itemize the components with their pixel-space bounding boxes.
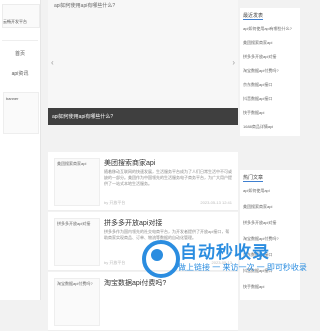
slider-caption-bar[interactable]: api如何使用api有哪些什么? xyxy=(48,108,243,125)
article-card[interactable]: 美团搜索商家api 美团搜索商家api 随着移动互联网的快速发展，生活服务平台成… xyxy=(48,152,238,211)
thumbnail-alt: 拼多多开放api对接 xyxy=(57,221,91,226)
thumbnail-alt: 淘宝数据api付费吗? xyxy=(57,281,93,286)
latest-posts-title: 最近发表 xyxy=(243,13,264,19)
latest-post-link[interactable]: 美团搜索商家api xyxy=(243,40,299,46)
sidebar-banner-image[interactable]: banner xyxy=(3,92,39,134)
article-author: by 开放平台 xyxy=(104,200,126,205)
nav-home[interactable]: 首页 xyxy=(0,50,40,57)
sidebar: 云畅开发平台 首页 api资讯 banner xyxy=(0,0,41,300)
latest-post-link[interactable]: 1688商品详情api xyxy=(243,124,299,130)
latest-post-link[interactable]: 抖音数据api接口 xyxy=(243,96,299,102)
nav-divider xyxy=(2,40,38,41)
slider-caption: api如何使用api有哪些什么? xyxy=(52,114,114,120)
title-underline xyxy=(243,181,263,182)
hot-posts-title: 热门文章 xyxy=(243,175,264,181)
article-thumbnail[interactable]: 拼多多开放api对接 xyxy=(54,218,100,266)
sidebar-banner-label: banner xyxy=(6,96,19,101)
article-date: 2023-05-13 12:41 xyxy=(200,200,232,205)
site-logo-text: 云畅开发平台 xyxy=(3,19,27,24)
hot-post-link[interactable]: api如何使用api xyxy=(243,188,299,194)
article-thumbnail[interactable]: 淘宝数据api付费吗? xyxy=(54,278,100,326)
latest-post-link[interactable]: 淘宝数据api付费吗? xyxy=(243,68,299,74)
hot-post-link[interactable]: 拼多多开放api对接 xyxy=(243,220,299,226)
thumbnail-alt: 美团搜索商家api xyxy=(57,161,87,166)
hero-slider[interactable]: api如何使用api有哪些什么? ‹ › api如何使用api有哪些什么? xyxy=(48,0,243,125)
article-thumbnail[interactable]: 美团搜索商家api xyxy=(54,158,100,206)
latest-posts-panel: 最近发表 api如何使用api有哪些什么? 美团搜索商家api 拼多多开放api… xyxy=(240,8,300,136)
article-author: by 开放平台 xyxy=(104,260,126,265)
watermark-title: 自动秒收录 xyxy=(180,243,270,262)
watermark-overlay: 自动秒收录 做上链接 一 来访一次 一 即可秒收录 xyxy=(140,236,307,288)
latest-post-link[interactable]: 快手数据api xyxy=(243,110,299,116)
slider-prev-icon[interactable]: ‹ xyxy=(51,58,54,67)
latest-post-link[interactable]: 京东数据api接口 xyxy=(243,82,299,88)
article-title[interactable]: 美团搜索商家api xyxy=(104,158,155,168)
slider-next-icon[interactable]: › xyxy=(232,58,235,67)
title-underline xyxy=(243,19,263,20)
watermark-subtitle: 做上链接 一 来访一次 一 即可秒收录 xyxy=(178,263,307,272)
latest-post-link[interactable]: api如何使用api有哪些什么? xyxy=(243,26,299,32)
latest-post-link[interactable]: 拼多多开放api对接 xyxy=(243,54,299,60)
article-excerpt: 随着移动互联网的快速发展，生活服务平台成为了人们日常生活中不可或缺的一部分。美团… xyxy=(104,169,232,186)
nav-api-news[interactable]: api资讯 xyxy=(0,70,40,77)
hot-post-link[interactable]: 美团搜索商家api xyxy=(243,204,299,210)
watermark-logo-dot xyxy=(151,249,163,261)
slider-image-alt: api如何使用api有哪些什么? xyxy=(54,3,116,9)
article-title[interactable]: 拼多多开放api对接 xyxy=(104,218,162,228)
